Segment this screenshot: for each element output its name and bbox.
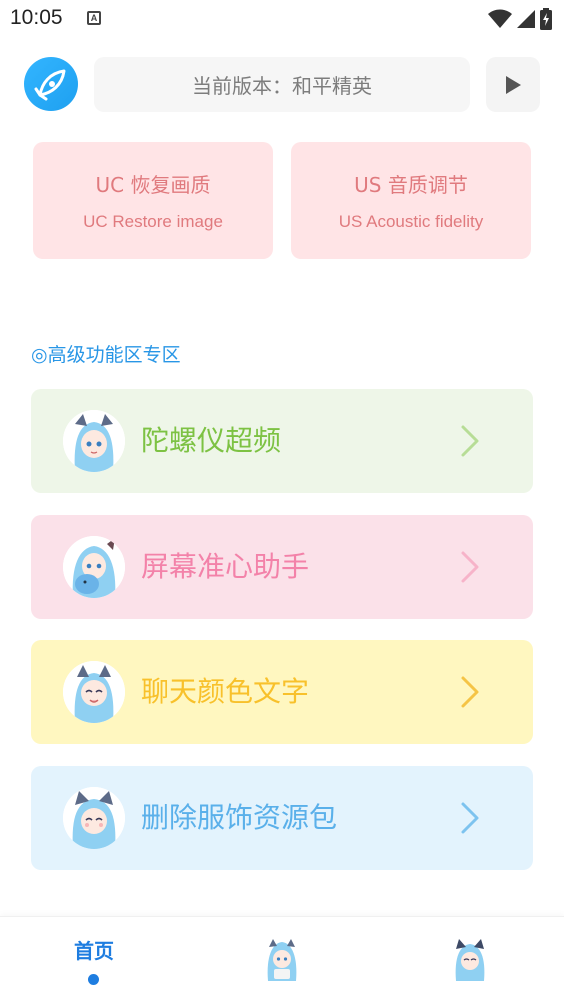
status-bar: 10:05 A	[0, 0, 564, 38]
anime-avatar-icon	[63, 661, 125, 723]
card-title: UC 恢复画质	[95, 173, 211, 197]
chat-color-text-row[interactable]: 聊天颜色文字	[31, 640, 533, 744]
screen-crosshair-helper-row[interactable]: 屏幕准心助手	[31, 515, 533, 619]
nav-tab-2[interactable]	[262, 937, 302, 981]
function-label: 屏幕准心助手	[141, 550, 310, 583]
play-icon	[506, 75, 521, 94]
chevron-right-icon	[461, 802, 479, 834]
notification-a-icon: A	[87, 11, 101, 25]
function-label: 删除服饰资源包	[141, 801, 338, 834]
function-label: 陀螺仪超频	[141, 424, 282, 457]
card-subtitle: UC Restore image	[83, 212, 223, 231]
anime-avatar-icon	[63, 536, 125, 598]
active-tab-indicator	[88, 974, 99, 985]
anime-avatar-icon	[455, 939, 485, 981]
card-subtitle: US Acoustic fidelity	[338, 212, 484, 231]
gyroscope-overclock-row[interactable]: 陀螺仪超频	[31, 389, 533, 493]
anime-avatar-icon	[267, 939, 297, 981]
version-display: 当前版本：和平精英	[94, 57, 470, 112]
function-label: 聊天颜色文字	[141, 675, 310, 708]
signal-icon	[517, 10, 535, 28]
anime-avatar-icon	[63, 410, 125, 472]
card-title: US 音质调节	[354, 173, 468, 197]
status-time: 10:05	[10, 6, 63, 29]
chevron-right-icon	[461, 425, 479, 457]
chevron-right-icon	[461, 676, 479, 708]
bottom-nav: 首页	[0, 916, 564, 1004]
section-title: ◎高级功能区专区	[31, 344, 181, 366]
nav-tab-home[interactable]: 首页	[60, 935, 128, 964]
play-button[interactable]	[486, 57, 540, 112]
wifi-icon	[488, 9, 512, 28]
delete-costume-pack-row[interactable]: 删除服饰资源包	[31, 766, 533, 870]
us-acoustic-fidelity-card[interactable]: US 音质调节 US Acoustic fidelity	[291, 142, 531, 259]
battery-charging-icon	[540, 8, 552, 30]
uc-restore-image-card[interactable]: UC 恢复画质 UC Restore image	[33, 142, 273, 259]
anime-avatar-icon	[63, 787, 125, 849]
chevron-right-icon	[461, 551, 479, 583]
app-logo[interactable]	[24, 57, 78, 111]
rocket-icon	[34, 69, 66, 101]
status-icons	[488, 8, 552, 30]
nav-tab-3[interactable]	[450, 937, 490, 981]
version-text: 当前版本：和平精英	[192, 74, 372, 98]
